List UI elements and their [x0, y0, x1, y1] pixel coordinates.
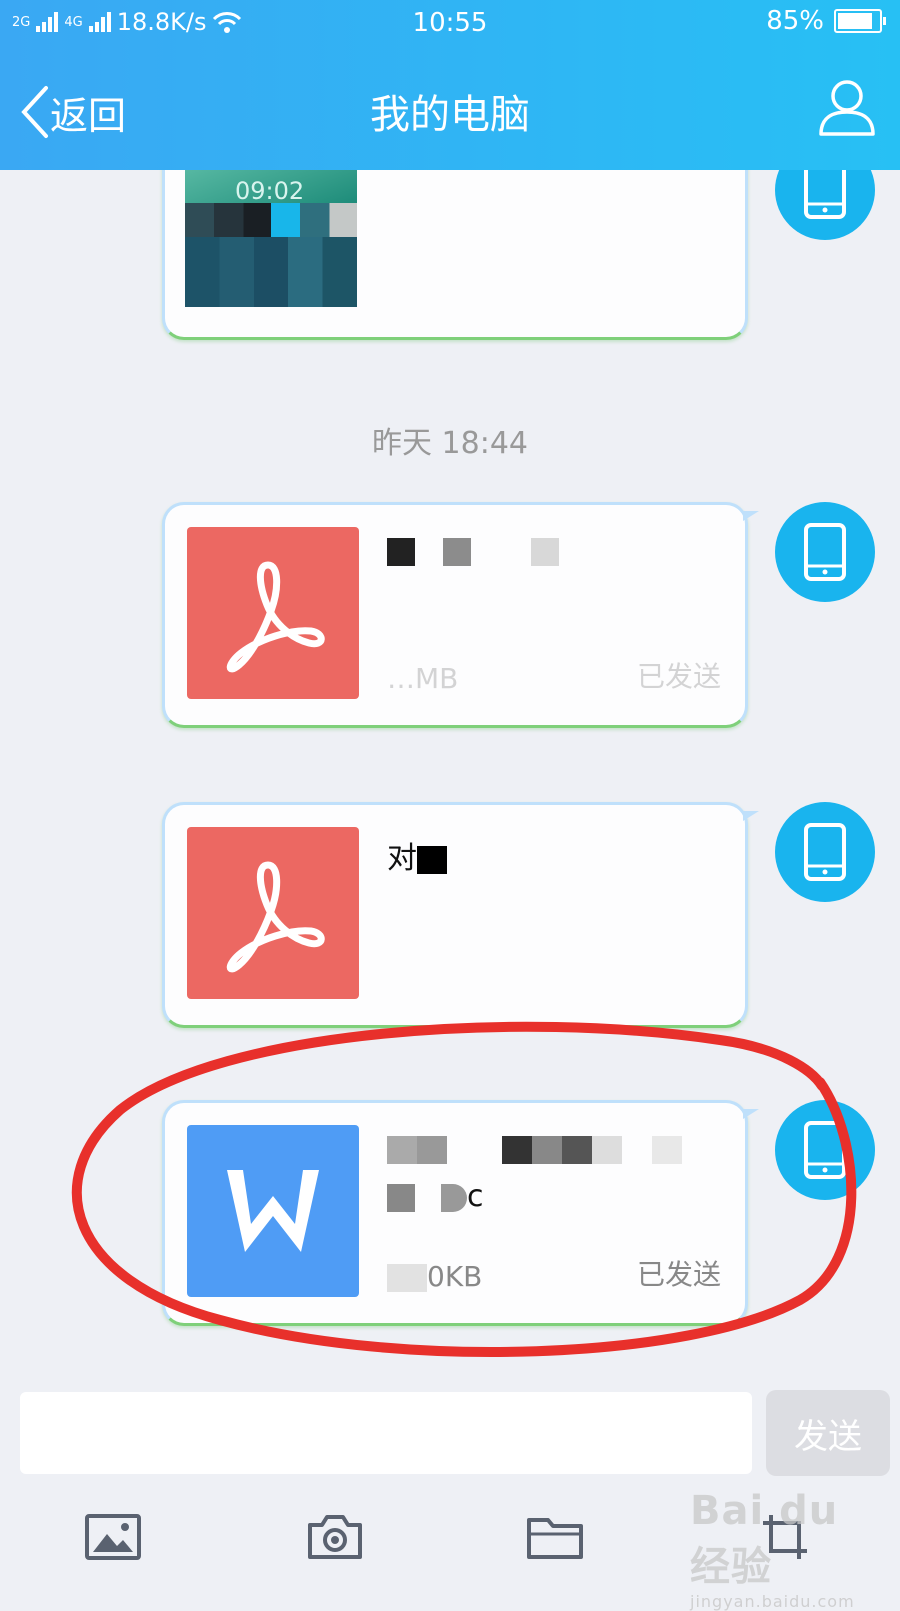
title-bar: 返回 我的电脑	[0, 46, 900, 170]
file-name-line2: c	[387, 1179, 484, 1214]
status-bar: 2G 4G 18.8K/s 10:55 85%	[0, 0, 900, 46]
sender-avatar[interactable]	[775, 502, 875, 602]
message-file-bubble[interactable]: c 0KB 已发送	[162, 1100, 759, 1326]
battery-percent: 85%	[766, 6, 824, 36]
message-file-bubble[interactable]: 对	[162, 802, 759, 1028]
battery-icon	[834, 9, 886, 33]
pdf-file-icon	[187, 827, 359, 999]
file-status: 已发送	[636, 660, 721, 693]
composer: 发送	[0, 1382, 900, 1482]
camera-icon	[308, 1515, 362, 1559]
file-name-redacted: 对	[387, 833, 447, 877]
file-name-char: 对	[387, 841, 417, 876]
chat-area[interactable]: 09:02 昨天 18:44 …MB 已发送 对 c 0KB 已发送	[0, 170, 900, 1380]
message-image-bubble[interactable]: 09:02	[162, 170, 748, 340]
file-status: 已发送	[636, 1258, 721, 1291]
watermark-main: Bai du 经验	[690, 1488, 839, 1590]
baidu-watermark: Bai du 经验 jingyan.baidu.com	[690, 1488, 890, 1611]
file-name-redacted	[387, 1131, 682, 1166]
send-button[interactable]: 发送	[766, 1390, 890, 1476]
status-time: 10:55	[412, 8, 488, 38]
phone-icon	[804, 523, 846, 581]
sender-avatar[interactable]	[775, 170, 875, 240]
phone-icon	[804, 170, 846, 219]
word-file-icon	[187, 1125, 359, 1297]
file-size-value: 0KB	[427, 1260, 483, 1293]
page-title: 我的电脑	[370, 92, 530, 138]
folder-icon	[527, 1518, 583, 1559]
watermark-sub: jingyan.baidu.com	[690, 1592, 855, 1611]
message-timestamp: 昨天 18:44	[372, 426, 528, 461]
pixelated-block	[185, 237, 357, 307]
sender-avatar[interactable]	[775, 802, 875, 902]
sender-avatar[interactable]	[775, 1100, 875, 1200]
status-right: 85%	[766, 6, 886, 36]
pixelated-block	[185, 203, 357, 237]
file-size: …MB	[387, 662, 459, 695]
pdf-acrobat-icon	[226, 561, 325, 673]
file-name-char: c	[467, 1179, 484, 1214]
file-name-redacted	[387, 533, 559, 568]
profile-button[interactable]	[816, 76, 878, 142]
file-size: 0KB	[387, 1260, 482, 1293]
image-thumbnail[interactable]: 09:02	[185, 170, 357, 307]
image-button[interactable]	[80, 1504, 146, 1570]
image-icon	[85, 1514, 141, 1560]
user-icon	[819, 80, 875, 136]
phone-icon	[804, 823, 846, 881]
pdf-acrobat-icon	[226, 861, 325, 973]
thumbnail-clock: 09:02	[235, 177, 305, 205]
pdf-file-icon	[187, 527, 359, 699]
message-input[interactable]	[20, 1392, 752, 1474]
camera-button[interactable]	[302, 1504, 368, 1570]
word-w-icon	[227, 1170, 319, 1252]
message-file-bubble[interactable]: …MB 已发送	[162, 502, 759, 728]
phone-icon	[804, 1121, 846, 1179]
folder-button[interactable]	[522, 1504, 588, 1570]
